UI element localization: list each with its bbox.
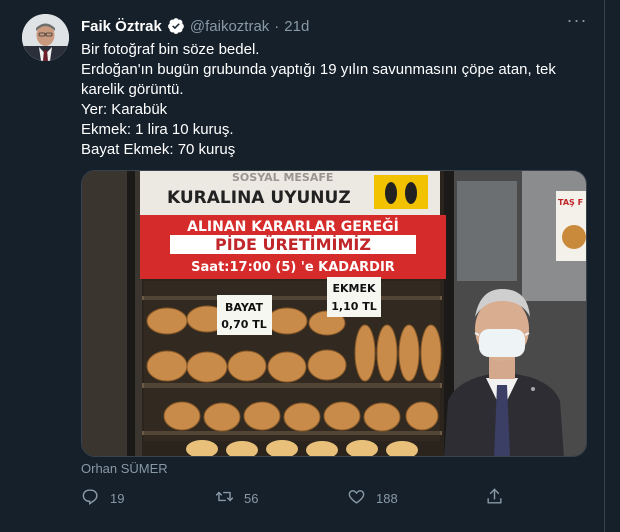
tweet-timestamp[interactable]: 21d bbox=[284, 18, 309, 35]
author-handle[interactable]: @faikoztrak bbox=[190, 18, 269, 35]
tweet-text-line: karelik görüntü. bbox=[81, 81, 184, 98]
tweet-header: Faik Öztrak @faikoztrak · 21d bbox=[81, 15, 309, 37]
verified-badge-icon bbox=[167, 17, 185, 35]
tag-bread-price: 1,10 TL bbox=[331, 300, 376, 313]
share-button[interactable] bbox=[485, 486, 504, 510]
tweet-text-line: Yer: Karabük bbox=[81, 101, 168, 118]
reply-icon bbox=[81, 487, 100, 509]
retweet-icon bbox=[215, 487, 234, 509]
author-name[interactable]: Faik Öztrak bbox=[81, 18, 162, 35]
tweet-text-line: Ekmek: 1 lira 10 kuruş. bbox=[81, 121, 234, 138]
tweet-text-line: Bir fotoğraf bin söze bedel. bbox=[81, 41, 260, 58]
sign-line-2: PİDE ÜRETİMİMİZ bbox=[215, 235, 371, 254]
share-icon bbox=[485, 487, 504, 509]
retweet-count: 56 bbox=[244, 490, 259, 506]
tag-stale-label: BAYAT bbox=[225, 301, 263, 314]
tweet-actions: 19 56 188 bbox=[81, 486, 587, 510]
tweet-text: Bir fotoğraf bin söze bedel. Erdoğan'ın … bbox=[81, 40, 581, 160]
sign-line-3: Saat:17:00 (5) 'e KADARDIR bbox=[191, 260, 395, 275]
tag-bread-label: EKMEK bbox=[332, 282, 375, 295]
more-options-button[interactable]: ··· bbox=[566, 11, 588, 34]
tweet-photo[interactable]: SOSYAL MESAFE KURALINA UYUNUZ ALINAN KAR… bbox=[81, 170, 587, 457]
tweet[interactable]: Faik Öztrak @faikoztrak · 21d ··· Bir fo… bbox=[0, 0, 605, 532]
sign-faded-text: SOSYAL MESAFE bbox=[232, 171, 333, 184]
tweet-text-line: Erdoğan'ın bugün grubunda yaptığı 19 yıl… bbox=[81, 61, 556, 78]
sign-line-1: ALINAN KARARLAR GEREĞİ bbox=[187, 217, 399, 235]
like-count: 188 bbox=[376, 490, 398, 506]
reply-count: 19 bbox=[110, 490, 125, 506]
separator-dot: · bbox=[274, 17, 280, 35]
retweet-button[interactable]: 56 bbox=[215, 486, 258, 510]
reply-button[interactable]: 19 bbox=[81, 486, 124, 510]
tag-stale-price: 0,70 TL bbox=[221, 318, 266, 331]
avatar[interactable] bbox=[22, 14, 69, 61]
like-icon bbox=[347, 487, 366, 509]
poster-text: TAŞ F bbox=[558, 198, 583, 207]
like-button[interactable]: 188 bbox=[347, 486, 398, 510]
tweet-text-line: Bayat Ekmek: 70 kuruş bbox=[81, 141, 236, 158]
sign-top-text: KURALINA UYUNUZ bbox=[167, 188, 351, 208]
photo-credit[interactable]: Orhan SÜMER bbox=[81, 461, 168, 476]
